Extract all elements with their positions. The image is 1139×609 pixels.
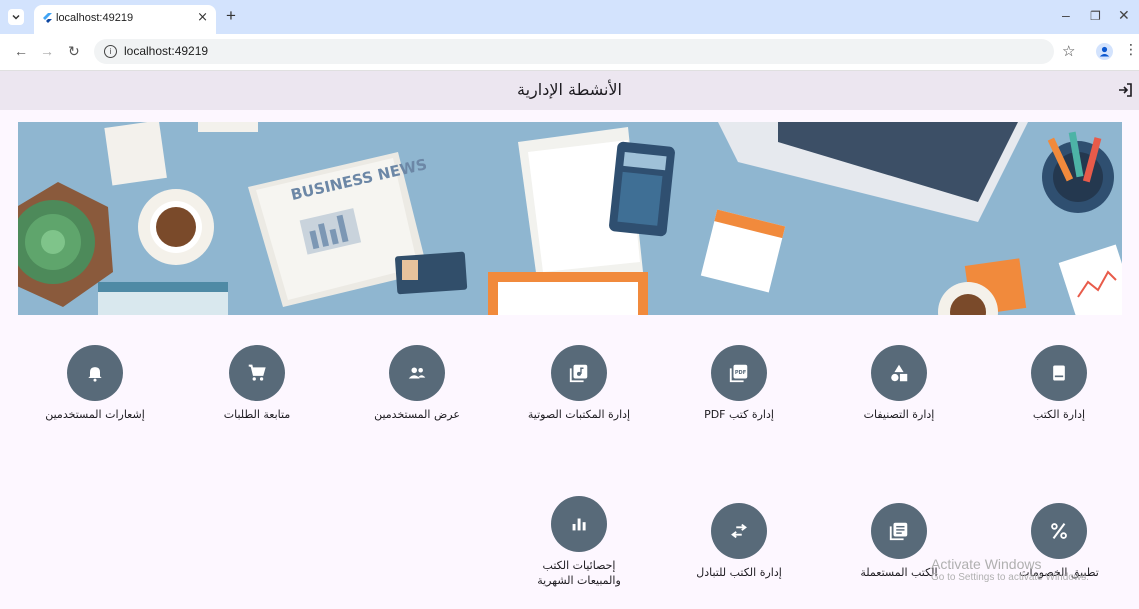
new-tab-button[interactable]: + xyxy=(226,6,236,26)
exchange-books-button[interactable] xyxy=(711,503,767,559)
app-bar: الأنشطة الإدارية xyxy=(0,71,1139,110)
watermark-title: Activate Windows xyxy=(931,556,1042,572)
reload-button[interactable]: ↻ xyxy=(68,43,80,60)
swap-icon xyxy=(731,523,747,539)
people-icon xyxy=(408,367,426,379)
grid-item-label: متابعة الطلبات xyxy=(223,408,291,421)
windows-activation-watermark: Activate Windows Go to Settings to activ… xyxy=(931,556,1089,583)
grid-item-user-notifications[interactable]: إشعارات المستخدمين xyxy=(25,345,165,422)
svg-text:PDF: PDF xyxy=(735,370,747,376)
address-bar[interactable]: i localhost:49219 xyxy=(94,39,1054,64)
grid-item-label: إدارة الكتب xyxy=(1032,408,1086,421)
browser-tab-strip: localhost:49219 × + – ❐ ✕ xyxy=(0,0,1139,34)
site-info-icon[interactable]: i xyxy=(104,45,117,58)
banner-image: BUSINESS NEWS xyxy=(18,122,1122,315)
cart-icon xyxy=(248,364,266,381)
grid-item-statistics[interactable]: إحصائيات الكتب والمبيعات الشهرية xyxy=(509,496,649,588)
back-button[interactable]: ← xyxy=(14,43,28,59)
user-notifications-button[interactable] xyxy=(67,345,123,401)
percent-icon xyxy=(1051,523,1067,539)
person-icon xyxy=(1099,46,1110,57)
library-books-icon xyxy=(889,522,908,541)
restore-button[interactable]: ❐ xyxy=(1090,9,1101,23)
manage-pdf-books-button[interactable]: PDF xyxy=(711,345,767,401)
pdf-icon: PDF xyxy=(729,364,748,383)
grid-item-label: إحصائيات الكتب والمبيعات الشهرية xyxy=(537,559,621,587)
manage-audio-libraries-button[interactable] xyxy=(551,345,607,401)
view-users-button[interactable] xyxy=(389,345,445,401)
grid-item-label: إدارة كتب PDF xyxy=(704,408,774,421)
more-menu-icon[interactable]: ⋮ xyxy=(1124,42,1138,58)
logout-icon xyxy=(1119,83,1132,97)
close-tab-icon[interactable]: × xyxy=(197,10,208,25)
grid-item-label: إشعارات المستخدمين xyxy=(45,408,145,421)
grid-item-view-users[interactable]: عرض المستخدمين xyxy=(347,345,487,422)
watermark-subtitle: Go to Settings to activate Windows. xyxy=(931,572,1089,583)
profile-button[interactable] xyxy=(1096,43,1113,60)
flutter-icon xyxy=(43,13,52,23)
manage-books-button[interactable] xyxy=(1031,345,1087,401)
logout-button[interactable] xyxy=(1117,82,1133,102)
url-text: localhost:49219 xyxy=(124,44,209,58)
grid-item-track-orders[interactable]: متابعة الطلبات xyxy=(187,345,327,422)
forward-button[interactable]: → xyxy=(40,43,54,59)
page-title: الأنشطة الإدارية xyxy=(517,80,622,99)
audio-library-icon xyxy=(569,364,588,383)
bell-icon xyxy=(88,367,102,382)
apply-discounts-button[interactable] xyxy=(1031,503,1087,559)
bookmark-star-icon[interactable]: ☆ xyxy=(1062,42,1075,60)
minimize-button[interactable]: – xyxy=(1062,7,1070,23)
grid-item-label: إدارة التصنيفات xyxy=(863,408,935,421)
tab-title: localhost:49219 xyxy=(56,12,134,24)
desk-illustration: BUSINESS NEWS xyxy=(18,122,1122,315)
grid-item-label: عرض المستخدمين xyxy=(374,408,460,421)
grid-item-manage-books[interactable]: إدارة الكتب xyxy=(989,345,1129,422)
grid-item-label: إدارة المكتبات الصوتية xyxy=(527,408,631,421)
grid-item-manage-audio-libraries[interactable]: إدارة المكتبات الصوتية xyxy=(509,345,649,422)
manage-categories-button[interactable] xyxy=(871,345,927,401)
chevron-down-icon xyxy=(12,14,20,20)
book-icon xyxy=(1053,365,1065,381)
tab-search-button[interactable] xyxy=(8,9,24,25)
grid-item-manage-categories[interactable]: إدارة التصنيفات xyxy=(829,345,969,422)
bar-chart-icon xyxy=(572,518,586,531)
statistics-button[interactable] xyxy=(551,496,607,552)
browser-tab[interactable]: localhost:49219 × xyxy=(34,5,216,34)
category-icon xyxy=(891,364,908,382)
browser-toolbar: ← → ↻ i localhost:49219 ☆ ⋮ xyxy=(0,34,1139,71)
window-close-button[interactable]: ✕ xyxy=(1118,7,1130,24)
grid-item-manage-pdf-books[interactable]: PDF إدارة كتب PDF xyxy=(669,345,809,422)
grid-item-exchange-books[interactable]: إدارة الكتب للتبادل xyxy=(669,503,809,580)
used-books-button[interactable] xyxy=(871,503,927,559)
track-orders-button[interactable] xyxy=(229,345,285,401)
grid-item-label: إدارة الكتب للتبادل xyxy=(696,566,782,579)
